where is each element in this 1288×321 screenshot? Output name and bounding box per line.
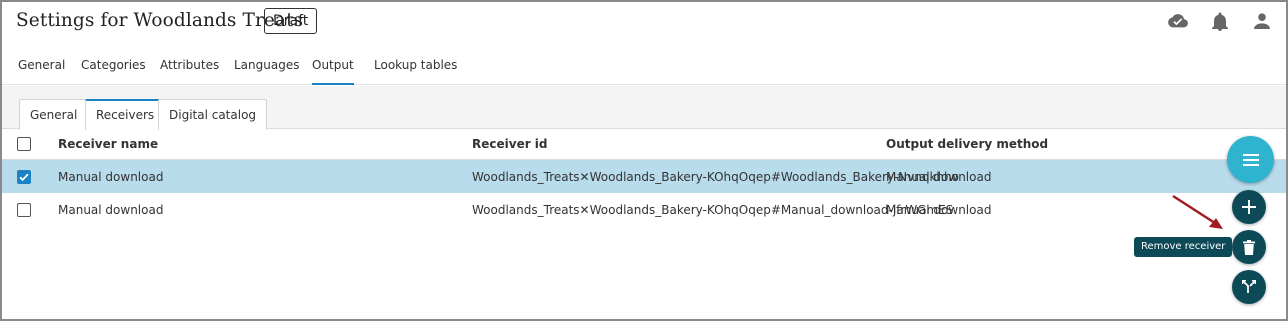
tab-output[interactable]: Output: [312, 58, 354, 85]
table-row[interactable]: Manual download Woodlands_Treats✕Woodlan…: [2, 193, 1286, 226]
row-checkbox[interactable]: [17, 202, 31, 217]
select-all-checkbox[interactable]: [17, 137, 31, 151]
tab-lookup-tables[interactable]: Lookup tables: [374, 58, 457, 85]
main-tab-bar: General Categories Attributes Languages …: [2, 54, 1286, 85]
table-header-row: Receiver name Receiver id Output deliver…: [2, 129, 1286, 160]
column-header-delivery-method[interactable]: Output delivery method: [886, 129, 1048, 159]
app-window: Settings for Woodlands Treats Draft Gene…: [0, 0, 1288, 321]
table-row[interactable]: Manual download Woodlands_Treats✕Woodlan…: [2, 160, 1286, 193]
row-checkbox[interactable]: [17, 169, 31, 184]
trash-icon: [1243, 239, 1255, 255]
cloud-done-icon[interactable]: [1168, 11, 1188, 31]
top-toolbar: [1168, 11, 1272, 31]
receiver-name-cell: Manual download: [58, 169, 164, 184]
split-icon: [1242, 280, 1256, 293]
receiver-name-cell: Manual download: [58, 202, 164, 217]
sub-tab-bar: General Receivers Digital catalog: [2, 86, 1286, 130]
status-badge: Draft: [264, 8, 318, 34]
page-title: Settings for Woodlands Treats: [16, 10, 304, 31]
page-header: Settings for Woodlands Treats Draft: [2, 2, 1286, 44]
add-receiver-button[interactable]: [1232, 190, 1266, 224]
row-checkbox-cell: [17, 160, 31, 193]
subtab-general[interactable]: General: [19, 99, 89, 130]
column-header-receiver-name[interactable]: Receiver name: [58, 129, 158, 159]
tab-languages[interactable]: Languages: [234, 58, 299, 85]
receiver-id-cell: Woodlands_Treats✕Woodlands_Bakery-KOhqOq…: [472, 202, 954, 217]
column-header-receiver-id[interactable]: Receiver id: [472, 129, 548, 159]
subtab-receivers[interactable]: Receivers: [85, 99, 166, 130]
annotation-arrow-icon: [1172, 194, 1223, 229]
split-button[interactable]: [1232, 270, 1266, 304]
fab-menu-button[interactable]: [1227, 136, 1274, 183]
menu-icon: [1242, 153, 1259, 166]
delivery-method-cell: Manual download: [886, 169, 992, 184]
user-icon[interactable]: [1252, 11, 1272, 31]
remove-receiver-tooltip: Remove receiver: [1134, 237, 1233, 257]
tab-general[interactable]: General: [18, 58, 65, 85]
bell-icon[interactable]: [1210, 11, 1230, 31]
tab-categories[interactable]: Categories: [81, 58, 146, 85]
subtab-digital-catalog[interactable]: Digital catalog: [158, 99, 268, 130]
plus-icon: [1242, 200, 1256, 214]
checkmark-icon: [19, 173, 29, 181]
select-all-cell: [17, 129, 31, 159]
tab-attributes[interactable]: Attributes: [160, 58, 219, 85]
delivery-method-cell: Manual download: [886, 202, 992, 217]
row-checkbox-cell: [17, 193, 31, 226]
remove-receiver-button[interactable]: [1232, 230, 1266, 264]
